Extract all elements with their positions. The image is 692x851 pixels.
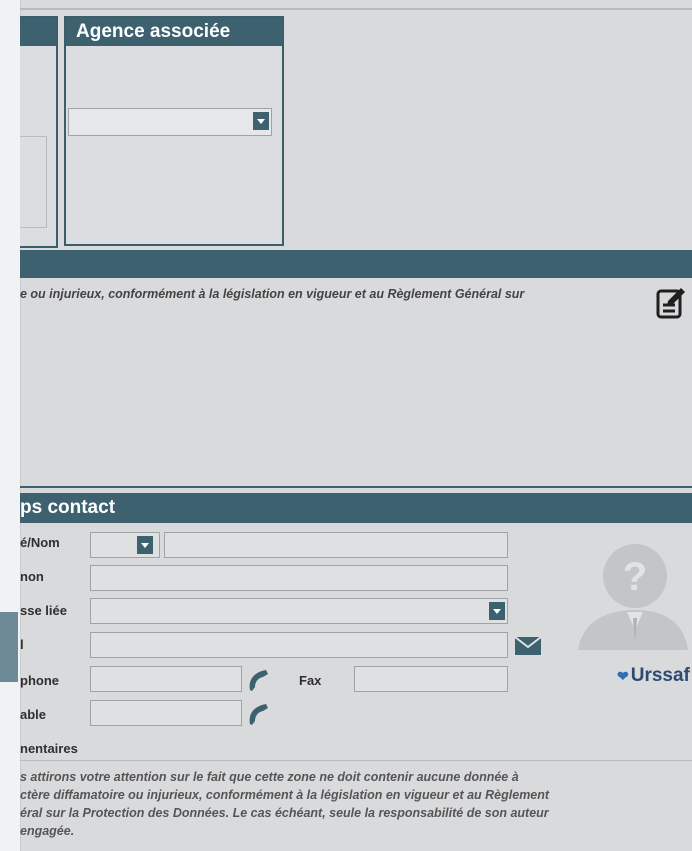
adresse-liee-label: sse liée xyxy=(20,603,67,618)
section-divider xyxy=(20,486,692,488)
phone-icon[interactable] xyxy=(246,668,270,692)
urssaf-logo-text: Urssaf xyxy=(630,665,690,686)
comments-divider xyxy=(20,760,692,761)
chevron-down-icon[interactable] xyxy=(253,112,269,130)
civilite-select[interactable] xyxy=(90,532,160,558)
telephone-label: phone xyxy=(20,673,59,688)
notice-text: e ou injurieux, conformément à la législ… xyxy=(20,287,525,301)
agence-select[interactable] xyxy=(68,108,272,136)
urssaf-logo: ❤ Urssaf xyxy=(617,665,690,687)
edit-document-icon[interactable] xyxy=(654,283,688,321)
left-panel-header xyxy=(20,18,56,46)
svg-text:?: ? xyxy=(623,555,647,599)
comments-notice: s attirons votre attention sur le fait q… xyxy=(20,768,688,840)
left-panel-box xyxy=(20,136,47,228)
telephone-input[interactable] xyxy=(90,666,242,692)
portable-input[interactable] xyxy=(90,700,242,726)
left-sidebar-strip xyxy=(0,0,21,851)
comments-line: éral sur la Protection des Données. Le c… xyxy=(20,806,549,820)
section-header-bar xyxy=(20,250,692,278)
comments-line: engagée. xyxy=(20,824,75,838)
comments-line: s attirons votre attention sur le fait q… xyxy=(20,770,519,784)
adresse-liee-select[interactable] xyxy=(90,598,508,624)
avatar-placeholder-icon: ? xyxy=(578,544,688,650)
comments-label: nentaires xyxy=(20,741,78,756)
chevron-down-icon[interactable] xyxy=(137,536,153,554)
comments-line: ctère diffamatoire ou injurieux, conform… xyxy=(20,788,550,802)
civilite-nom-label: é/Nom xyxy=(20,535,60,550)
email-label: l xyxy=(20,637,24,652)
fax-input[interactable] xyxy=(354,666,508,692)
mobile-phone-icon[interactable] xyxy=(246,702,270,726)
prenom-input[interactable] xyxy=(90,565,508,591)
agence-panel: Agence associée xyxy=(64,16,284,246)
urssaf-logo-mark: ❤ xyxy=(617,668,629,684)
contact-section-title: ps contact xyxy=(20,493,692,523)
agence-panel-title: Agence associée xyxy=(66,18,282,46)
email-input[interactable] xyxy=(90,632,508,658)
sidebar-collapse-tab[interactable] xyxy=(0,612,18,682)
left-panel xyxy=(20,16,58,248)
nom-input[interactable] xyxy=(164,532,508,558)
fax-label: Fax xyxy=(299,673,322,688)
prenom-label: non xyxy=(20,569,44,584)
mail-icon[interactable] xyxy=(514,636,542,656)
chevron-down-icon[interactable] xyxy=(489,602,505,620)
top-divider xyxy=(20,0,692,10)
portable-label: able xyxy=(20,707,47,722)
